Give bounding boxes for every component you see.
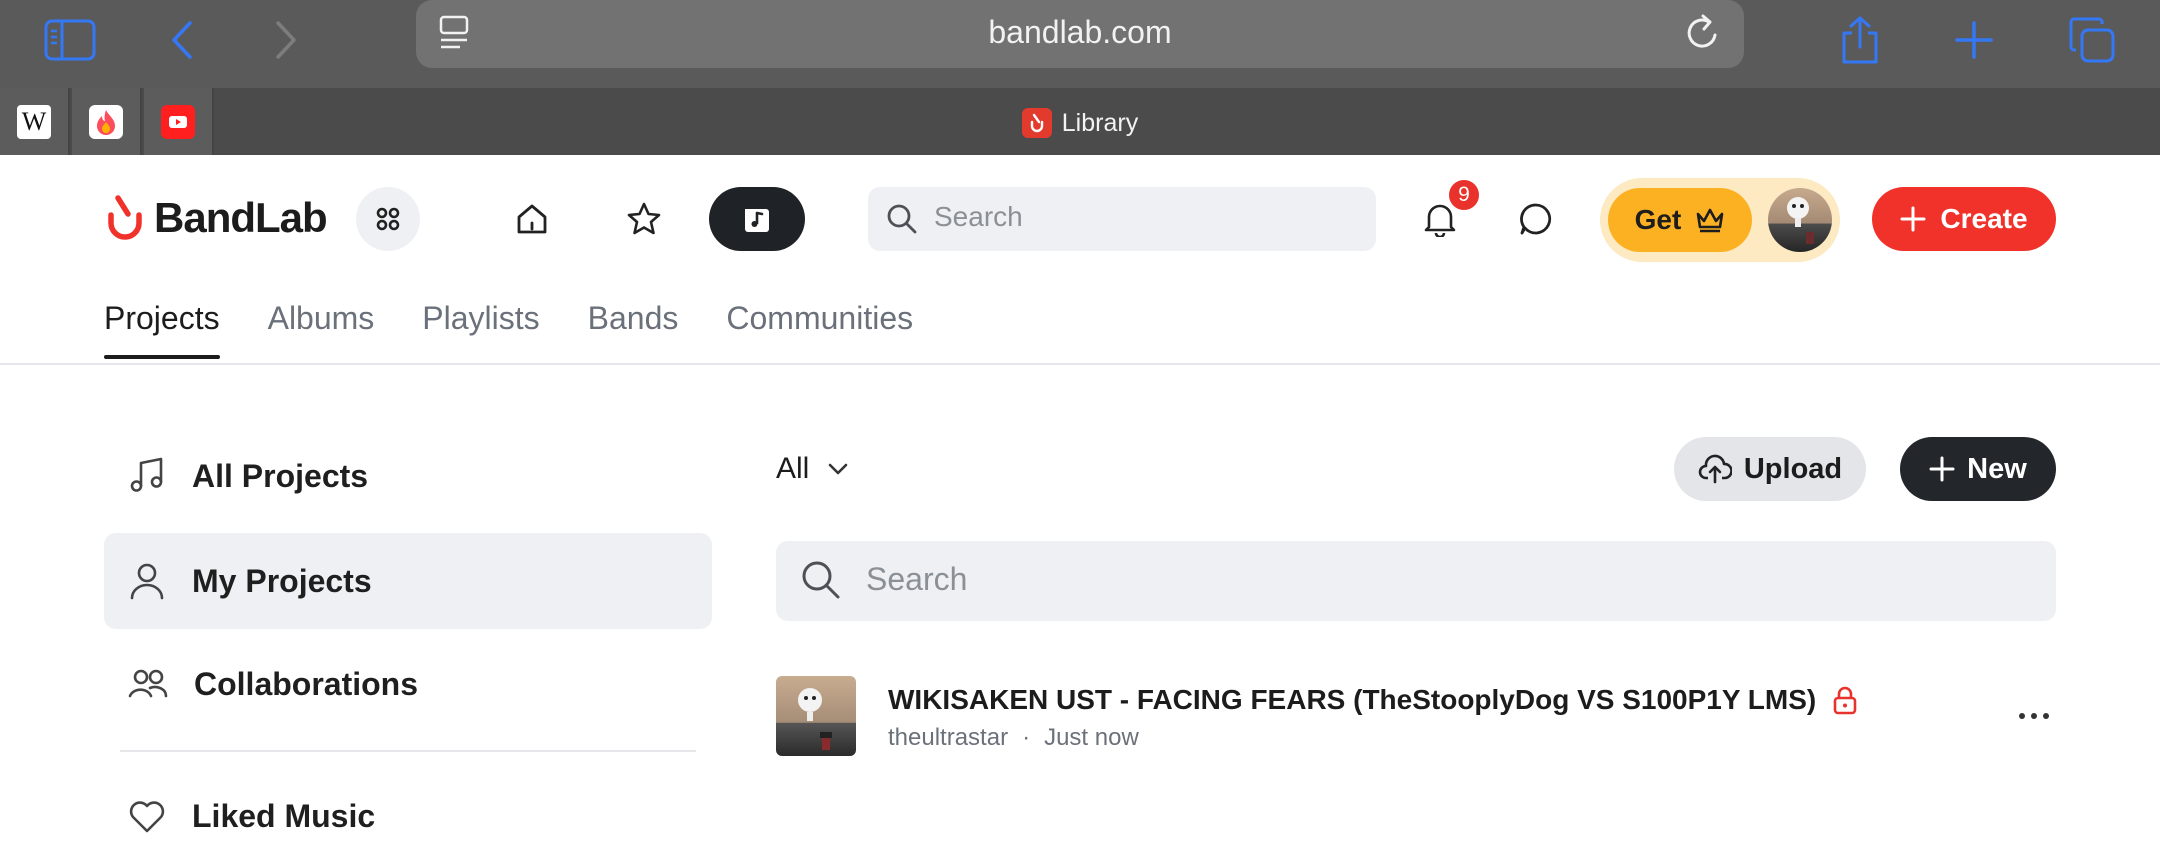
library-music-icon <box>745 209 769 232</box>
tab-communities[interactable]: Communities <box>726 300 913 359</box>
new-label: New <box>1967 452 2027 485</box>
project-row[interactable]: WIKISAKEN UST - FACING FEARS (TheStooply… <box>776 676 2056 758</box>
messages-button[interactable] <box>1504 187 1568 251</box>
sidebar-item-all-projects[interactable]: All Projects <box>104 428 712 524</box>
sidebar-item-label: Collaborations <box>194 665 419 702</box>
tab-albums[interactable]: Albums <box>268 300 375 359</box>
home-button[interactable] <box>500 187 564 251</box>
upload-button[interactable]: Upload <box>1674 437 1866 501</box>
header-search[interactable] <box>868 187 1376 251</box>
chat-icon <box>1520 203 1552 235</box>
chevron-down-icon <box>829 463 848 475</box>
plus-icon <box>1900 206 1926 232</box>
crown-icon <box>1697 208 1724 233</box>
logo-text: BandLab <box>154 194 328 241</box>
project-title[interactable]: WIKISAKEN UST - FACING FEARS (TheStooply… <box>888 684 1816 716</box>
library-button[interactable] <box>709 187 805 251</box>
plus-icon <box>1929 456 1955 482</box>
project-title-line: WIKISAKEN UST - FACING FEARS (TheStooply… <box>888 684 1858 716</box>
apps-grid-icon <box>376 207 400 231</box>
sidebar-item-liked-music[interactable]: Liked Music <box>104 768 712 864</box>
project-search-input[interactable] <box>866 561 1966 598</box>
project-filter-dropdown[interactable]: All <box>776 452 849 486</box>
reload-icon[interactable] <box>1684 13 1722 58</box>
project-meta: theultrastar · Just now <box>888 724 1139 752</box>
upload-label: Upload <box>1743 452 1843 485</box>
star-icon <box>627 202 661 235</box>
active-tab-title: Library <box>1061 108 1139 137</box>
filter-label: All <box>776 452 810 485</box>
active-tab[interactable]: Library <box>0 108 2160 138</box>
search-icon <box>887 204 917 234</box>
get-label: Get <box>1634 204 1682 235</box>
avatar-image <box>1787 197 1814 244</box>
new-tab-icon[interactable] <box>1944 10 2004 70</box>
create-button[interactable]: Create <box>1872 187 2056 251</box>
project-artwork-image <box>798 688 832 750</box>
get-membership-button[interactable]: Get <box>1608 188 1752 252</box>
project-search[interactable] <box>776 541 2056 621</box>
create-label: Create <box>1940 203 2028 234</box>
lock-icon <box>1833 686 1857 715</box>
sidebar-item-collaborations[interactable]: Collaborations <box>104 636 712 732</box>
notification-badge: 9 <box>1447 178 1481 212</box>
tab-overview-icon[interactable] <box>2062 10 2122 70</box>
header-search-input[interactable] <box>934 201 1354 233</box>
tab-projects[interactable]: Projects <box>104 300 220 359</box>
cloud-upload-icon <box>1698 454 1732 484</box>
new-project-button[interactable]: New <box>1900 437 2056 501</box>
url-text: bandlab.com <box>988 14 1172 50</box>
tab-playlists[interactable]: Playlists <box>422 300 539 359</box>
apps-grid-button[interactable] <box>356 187 420 251</box>
browser-tab-bar: W Library <box>0 88 2160 155</box>
back-icon[interactable] <box>152 10 212 70</box>
sidebar-item-label: All Projects <box>192 457 369 494</box>
people-icon <box>128 669 168 698</box>
project-time: Just now <box>1044 724 1139 751</box>
tabs-divider <box>0 363 2160 365</box>
bandlab-favicon <box>1021 108 1052 138</box>
address-bar[interactable]: bandlab.com <box>416 0 1744 68</box>
sidebar-toggle-icon[interactable] <box>40 10 100 70</box>
search-icon <box>802 561 840 599</box>
share-icon[interactable] <box>1830 10 1890 70</box>
project-thumbnail <box>776 676 856 756</box>
bandlab-logo-icon <box>108 195 142 240</box>
sidebar-item-label: My Projects <box>192 562 372 599</box>
feed-button[interactable] <box>612 187 676 251</box>
person-icon <box>130 563 164 600</box>
tab-bands[interactable]: Bands <box>588 300 679 359</box>
project-more-button[interactable] <box>2012 696 2056 736</box>
bandlab-logo[interactable]: BandLab <box>102 194 328 242</box>
meta-separator: · <box>1022 724 1031 751</box>
home-icon <box>517 204 547 234</box>
sidebar-item-my-projects[interactable]: My Projects <box>104 533 712 629</box>
more-dots-icon <box>2019 713 2049 719</box>
project-author[interactable]: theultrastar <box>888 724 1008 752</box>
heart-icon <box>129 801 165 833</box>
sidebar-divider <box>120 750 696 752</box>
browser-toolbar: bandlab.com <box>0 0 2160 88</box>
music-note-icon <box>130 457 163 492</box>
library-tabs: Projects Albums Playlists Bands Communit… <box>104 300 913 359</box>
forward-icon[interactable] <box>256 10 316 70</box>
sidebar-item-label: Liked Music <box>192 797 376 834</box>
user-avatar[interactable] <box>1768 188 1832 252</box>
membership-area: Get <box>1600 178 1840 262</box>
